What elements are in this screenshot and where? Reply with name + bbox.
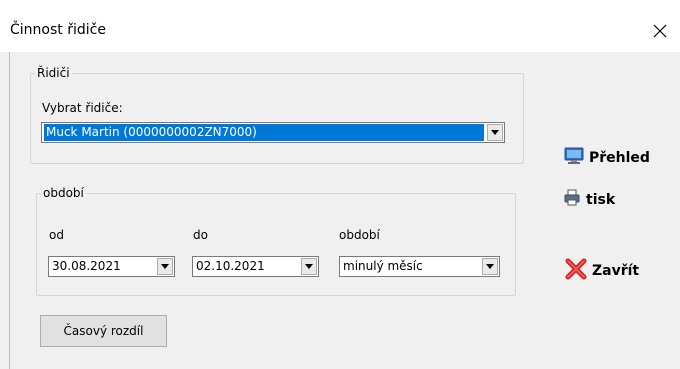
printer-icon <box>563 189 581 211</box>
drivers-group: Řidiči <box>30 66 524 164</box>
to-date-dropdown[interactable] <box>301 258 317 275</box>
overview-button[interactable]: Přehled <box>564 146 650 170</box>
monitor-icon <box>564 146 584 170</box>
chevron-down-icon <box>491 130 499 135</box>
period-select-value: minulý měsíc <box>343 259 423 273</box>
from-date-value: 30.08.2021 <box>52 259 121 273</box>
chevron-down-icon <box>161 264 169 269</box>
driver-select-dropdown[interactable] <box>487 124 503 141</box>
window-close-button[interactable] <box>640 18 680 46</box>
from-date-dropdown[interactable] <box>157 258 173 275</box>
window-border <box>9 52 10 369</box>
to-label: do <box>193 228 208 242</box>
chevron-down-icon <box>486 264 494 269</box>
red-x-icon <box>565 258 587 284</box>
period-select-dropdown[interactable] <box>482 258 498 275</box>
print-label: tisk <box>586 192 616 208</box>
window-title: Činnost řidiče <box>10 22 106 38</box>
driver-select[interactable]: Muck Martin (0000000002ZN7000) <box>41 122 505 143</box>
driver-select-value: Muck Martin (0000000002ZN7000) <box>44 124 484 141</box>
drivers-group-legend: Řidiči <box>37 66 70 80</box>
period-group: období <box>36 186 516 296</box>
period-select[interactable]: minulý měsíc <box>339 256 500 277</box>
select-driver-label: Vybrat řidiče: <box>42 101 123 115</box>
period-label: období <box>339 228 380 242</box>
from-label: od <box>49 228 64 242</box>
period-group-legend: období <box>43 186 84 200</box>
print-button[interactable]: tisk <box>563 189 615 211</box>
to-date-picker[interactable]: 02.10.2021 <box>192 256 319 277</box>
title-bar: Činnost řidiče <box>0 0 680 52</box>
chevron-down-icon <box>305 264 313 269</box>
time-difference-button[interactable]: Časový rozdíl <box>40 315 167 347</box>
close-dialog-button[interactable]: Zavřít <box>565 258 639 284</box>
close-icon <box>653 24 667 38</box>
close-dialog-label: Zavřít <box>592 263 640 279</box>
from-date-picker[interactable]: 30.08.2021 <box>48 256 175 277</box>
to-date-value: 02.10.2021 <box>196 259 265 273</box>
overview-label: Přehled <box>589 150 650 166</box>
driver-activity-dialog: Činnost řidiče Řidiči Vybrat řidiče: Muc… <box>0 0 680 369</box>
